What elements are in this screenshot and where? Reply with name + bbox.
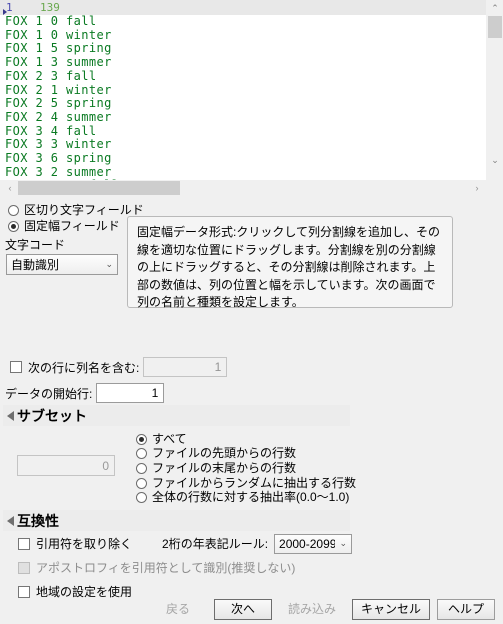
- apostrophe-row: アポストロフィを引用符として識別(推奨しない): [18, 558, 352, 577]
- radio-icon[interactable]: [136, 448, 147, 460]
- data-line: FOX 2 4 summer: [5, 109, 112, 124]
- dialog-button[interactable]: 次へ: [213, 599, 272, 620]
- collapse-triangle-icon[interactable]: [7, 515, 14, 526]
- data-line: FOX 3 3 winter: [5, 137, 112, 152]
- subset-option-label: 全体の行数に対する抽出率(0.0〜1.0): [152, 490, 350, 505]
- subset-group-header[interactable]: サブセット: [3, 405, 350, 426]
- chevron-down-icon: ⌄: [105, 259, 113, 269]
- data-line: FOX 1 0 winter: [5, 27, 112, 42]
- column-names-label: 次の行に列名を含む:: [28, 360, 140, 375]
- radio-icon[interactable]: [136, 462, 147, 474]
- subset-option-label: ファイルの末尾からの行数: [152, 460, 297, 475]
- radio-icon[interactable]: [136, 433, 147, 445]
- data-line: FOX 3 6 spring: [5, 151, 112, 166]
- fixed-width-help-text: 固定幅データ形式:クリックして列分割線を追加し、その線を適切な位置にドラッグしま…: [127, 216, 453, 309]
- dialog-button: 読み込み: [278, 599, 345, 620]
- data-line: FOX 2 3 fall: [5, 68, 97, 83]
- dialog-button-bar: 戻る 次へ 読み込み キャンセル ヘルプ: [0, 599, 503, 620]
- start-row-input[interactable]: 1: [96, 383, 165, 403]
- subset-options-group: すべて ファイルの先頭からの行数 ファイルの末尾からの行数 ファイルからランダムに抽出…: [136, 432, 356, 505]
- data-lines-container[interactable]: FOX 1 0 fall FOX 1 0 winter FOX 1 5 spring…: [0, 15, 487, 180]
- strip-quotes-label: 引用符を取り除く: [36, 537, 133, 551]
- compatibility-options: 引用符を取り除く 2桁の年表記ルール: 2000-2099 ⌄ アポストロフィを…: [18, 533, 353, 606]
- ruler-position-2: 139: [40, 1, 60, 14]
- subset-option[interactable]: ファイルからランダムに抽出する行数: [136, 476, 356, 491]
- radio-icon[interactable]: [8, 221, 19, 232]
- dialog-button: 戻る: [148, 599, 207, 620]
- column-ruler[interactable]: 1 139: [0, 0, 487, 15]
- locale-label: 地域の設定を使用: [36, 585, 133, 599]
- scroll-right-icon[interactable]: ›: [469, 180, 485, 196]
- scroll-up-icon[interactable]: ⌃: [487, 0, 503, 16]
- vertical-scroll-thumb[interactable]: [488, 16, 502, 38]
- strip-quotes-row[interactable]: 引用符を取り除く 2桁の年表記ルール: 2000-2099 ⌄: [18, 533, 353, 554]
- compatibility-group-header[interactable]: 互換性: [3, 510, 350, 531]
- apostrophe-label: アポストロフィを引用符として識別(推奨しない): [36, 561, 296, 575]
- compatibility-group-title: 互換性: [17, 512, 59, 529]
- field-type-group: 区切り文字フィールド 固定幅フィールド: [8, 203, 144, 235]
- encoding-label: 文字コード: [5, 238, 66, 252]
- data-preview-panel[interactable]: 1 139 FOX 1 0 fall FOX 1 0 winter FOX 1 5 …: [0, 0, 503, 197]
- preview-horizontal-scrollbar[interactable]: ‹ ›: [0, 180, 503, 197]
- subset-count-input[interactable]: 0: [17, 455, 115, 476]
- radio-icon[interactable]: [8, 205, 19, 216]
- year-rule-label: 2桁の年表記ルール:: [162, 537, 269, 551]
- chevron-down-icon: ⌄: [339, 538, 348, 548]
- data-line: FOX 3 4 fall: [5, 123, 97, 138]
- subset-option[interactable]: ファイルの末尾からの行数: [136, 461, 356, 476]
- subset-option[interactable]: ファイルの先頭からの行数: [136, 447, 356, 462]
- subset-option-label: すべて: [152, 431, 187, 446]
- collapse-triangle-icon[interactable]: [7, 410, 14, 421]
- data-line: FOX 2 1 winter: [5, 82, 112, 97]
- subset-option-label: ファイルの先頭からの行数: [152, 446, 297, 461]
- apostrophe-checkbox: [18, 561, 30, 574]
- data-line: FOX 1 5 spring: [5, 41, 112, 56]
- horizontal-scroll-thumb[interactable]: [18, 181, 180, 195]
- dialog-button[interactable]: キャンセル: [351, 599, 430, 620]
- column-names-row[interactable]: 次の行に列名を含む: 1: [10, 357, 228, 377]
- column-names-checkbox[interactable]: [10, 361, 22, 373]
- preview-vertical-scrollbar[interactable]: ⌃ ⌄: [486, 0, 503, 180]
- ruler-position-1: 1: [6, 1, 13, 14]
- field-type-label: 固定幅フィールド: [24, 219, 120, 233]
- radio-icon[interactable]: [136, 477, 147, 489]
- subset-option[interactable]: すべて: [136, 432, 356, 447]
- data-line: FOX 1 0 fall: [5, 15, 97, 28]
- year-rule-value: 2000-2099: [279, 536, 336, 551]
- scroll-down-icon[interactable]: ⌄: [487, 152, 503, 168]
- year-rule-combo[interactable]: 2000-2099 ⌄: [274, 533, 353, 554]
- column-names-input[interactable]: 1: [143, 357, 228, 377]
- encoding-value: 自動識別: [11, 258, 60, 272]
- subset-option[interactable]: 全体の行数に対する抽出率(0.0〜1.0): [136, 490, 356, 505]
- start-row-row[interactable]: データの開始行: 1: [5, 383, 165, 403]
- scroll-left-icon[interactable]: ‹: [2, 180, 18, 196]
- data-line: FOX 1 3 summer: [5, 55, 112, 70]
- dialog-button[interactable]: ヘルプ: [437, 599, 495, 620]
- field-type-label: 区切り文字フィールド: [24, 203, 144, 217]
- start-row-label: データの開始行:: [5, 386, 93, 401]
- locale-checkbox[interactable]: [18, 585, 30, 598]
- field-type-option[interactable]: 固定幅フィールド: [8, 219, 128, 234]
- subset-group-title: サブセット: [17, 407, 87, 424]
- encoding-combo[interactable]: 自動識別 ⌄: [6, 254, 118, 275]
- strip-quotes-checkbox[interactable]: [18, 537, 30, 550]
- subset-option-label: ファイルからランダムに抽出する行数: [152, 475, 357, 490]
- data-line: FOX 2 5 spring: [5, 96, 112, 111]
- data-line: FOX 3 2 summer: [5, 164, 112, 179]
- field-type-option[interactable]: 区切り文字フィールド: [8, 203, 144, 218]
- radio-icon[interactable]: [136, 492, 147, 504]
